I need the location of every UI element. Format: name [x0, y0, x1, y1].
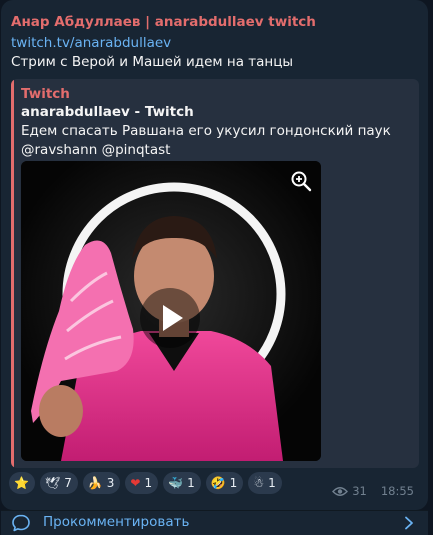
reaction-count: 3: [106, 476, 115, 490]
message-time: 18:55: [380, 484, 414, 498]
comment-button[interactable]: Прокомментировать: [1, 511, 428, 535]
reaction-rofl[interactable]: 🤣 1: [205, 472, 244, 494]
rofl-icon: 🤣: [210, 476, 226, 490]
dove-icon: 🕊: [44, 476, 61, 490]
chevron-right-icon: [405, 516, 413, 530]
zoom-icon[interactable]: [289, 169, 313, 193]
reaction-count: 1: [187, 476, 195, 490]
reaction-heart[interactable]: ❤ 1: [125, 472, 159, 494]
reaction-dove[interactable]: 🕊 7: [39, 472, 78, 494]
channel-name[interactable]: Анар Абдуллаев | anarabdullaev twitch: [11, 14, 316, 30]
preview-title: anarabdullaev - Twitch: [21, 104, 194, 120]
reaction-count: 1: [268, 476, 276, 490]
comment-bubble-icon: [12, 514, 30, 532]
star-icon: ⭐: [14, 476, 29, 490]
views-eye-icon: [332, 486, 349, 496]
views-count: 31: [352, 484, 367, 498]
preview-description: Едем спасать Равшана его укусил гондонск…: [21, 123, 391, 158]
preview-image[interactable]: [21, 161, 321, 461]
comment-label: Прокомментировать: [43, 514, 190, 530]
reaction-star[interactable]: ⭐: [9, 472, 35, 494]
banana-icon: 🍌: [87, 476, 103, 490]
post-text: Стрим с Верой и Машей идем на танцы: [11, 54, 294, 70]
play-button[interactable]: [140, 288, 200, 348]
reaction-snowman[interactable]: ☃ 1: [248, 472, 282, 494]
snowman-icon: ☃: [253, 476, 265, 490]
reactions-bar: ⭐ 🕊 7 🍌 3 ❤ 1 🐳 1 🤣 1 ☃ 1: [9, 472, 282, 494]
reaction-banana[interactable]: 🍌 3: [82, 472, 121, 494]
preview-site-name: Twitch: [21, 86, 70, 102]
preview-accent-bar: [11, 79, 14, 468]
reaction-count: 7: [64, 476, 72, 490]
message-meta: 31 18:55: [332, 484, 414, 498]
message-bubble: Анар Абдуллаев | anarabdullaev twitch tw…: [1, 0, 428, 510]
heart-icon: ❤: [130, 476, 141, 490]
play-icon: [163, 305, 183, 331]
whale-icon: 🐳: [168, 476, 184, 490]
reaction-count: 1: [229, 476, 238, 490]
link-preview[interactable]: Twitch anarabdullaev - Twitch Едем спаса…: [11, 79, 419, 468]
reaction-count: 1: [144, 476, 153, 490]
post-link[interactable]: twitch.tv/anarabdullaev: [11, 35, 171, 51]
reaction-whale[interactable]: 🐳 1: [163, 472, 201, 494]
